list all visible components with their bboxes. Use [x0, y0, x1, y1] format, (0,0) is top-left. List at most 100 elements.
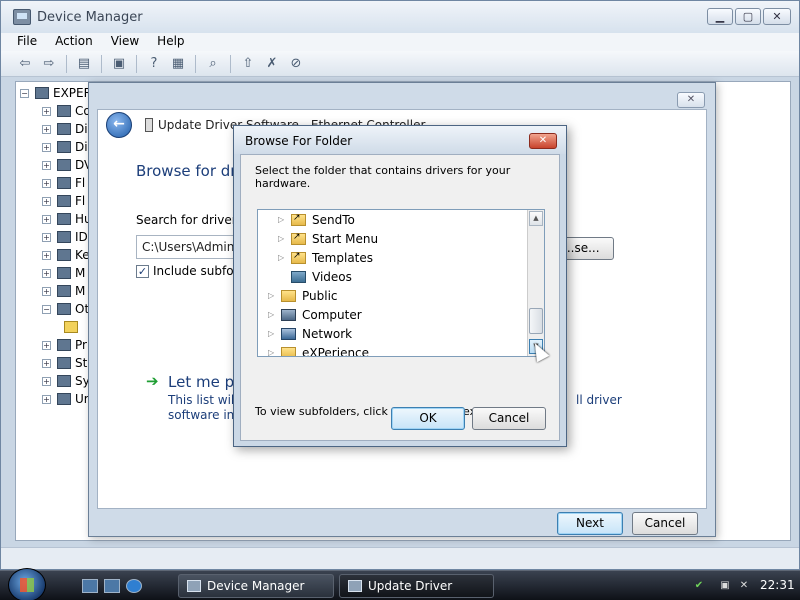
tree-item[interactable]: + Fl	[42, 192, 85, 210]
tree-item[interactable]: + St	[42, 354, 87, 372]
expand-triangle-icon[interactable]: ▷	[268, 291, 278, 300]
expand-icon[interactable]: +	[42, 142, 51, 152]
let-me-pick-link[interactable]: Let me pi	[168, 373, 238, 391]
expand-triangle-icon[interactable]: ▷	[268, 348, 278, 356]
uninstall-icon[interactable]: ✗	[262, 55, 282, 73]
folder-item-videos[interactable]: Videos	[278, 267, 352, 286]
browse-cancel-button[interactable]: Cancel	[472, 407, 546, 430]
folder-item-templates[interactable]: ▷ Templates	[278, 248, 373, 267]
tree-item[interactable]: + ID	[42, 228, 88, 246]
action-pane-icon[interactable]: ▦	[168, 55, 188, 73]
minimize-button[interactable]: ▁	[707, 8, 733, 25]
tree-item-label: ID	[75, 230, 88, 244]
warning-device-icon	[64, 321, 78, 333]
wizard-close-button[interactable]: ✕	[677, 92, 705, 108]
network-disconnected-tray-icon[interactable]: ▣	[718, 579, 732, 593]
tree-item[interactable]: + Hu	[42, 210, 92, 228]
browse-dialog-close-button[interactable]: ✕	[529, 133, 557, 149]
start-button[interactable]	[8, 568, 46, 600]
clock[interactable]: 22:31	[760, 578, 795, 592]
folder-item-computer[interactable]: ▷ Computer	[268, 305, 362, 324]
tree-item[interactable]: − Ot	[42, 300, 89, 318]
taskbar-device-manager[interactable]: Device Manager	[178, 574, 334, 598]
wizard-cancel-button[interactable]: Cancel	[632, 512, 698, 535]
expand-icon[interactable]: +	[42, 160, 51, 170]
folder-item-public[interactable]: ▷ Public	[268, 286, 338, 305]
update-driver-icon[interactable]: ⇧	[238, 55, 258, 73]
menu-help[interactable]: Help	[157, 33, 184, 51]
tree-item[interactable]: + Sy	[42, 372, 90, 390]
disable-device-icon[interactable]: ⊘	[286, 55, 306, 73]
scan-hardware-icon[interactable]: ⌕	[203, 55, 223, 73]
device-category-icon	[57, 285, 71, 297]
show-desktop-icon[interactable]	[82, 579, 98, 593]
scroll-thumb[interactable]	[529, 308, 543, 334]
security-tray-icon[interactable]: ✔	[692, 579, 706, 593]
expand-icon[interactable]: +	[42, 214, 51, 224]
folder-item-experience[interactable]: ▷ eXPerience	[268, 343, 369, 356]
tree-item[interactable]	[64, 318, 82, 336]
collapse-icon[interactable]: −	[42, 304, 51, 314]
tree-item[interactable]: + Ke	[42, 246, 90, 264]
menu-file[interactable]: File	[17, 33, 37, 51]
expand-icon[interactable]: +	[42, 340, 51, 350]
scroll-up-icon[interactable]: ▲	[529, 211, 543, 226]
tree-item[interactable]: + M	[42, 264, 85, 282]
browse-dialog-titlebar[interactable]: Browse For Folder ✕	[234, 126, 566, 154]
menu-bar: File Action View Help	[1, 33, 799, 51]
folder-item-network[interactable]: ▷ Network	[268, 324, 352, 343]
tree-item-label: Di	[75, 140, 88, 154]
properties-icon[interactable]: ▣	[109, 55, 129, 73]
maximize-button[interactable]: ▢	[735, 8, 761, 25]
expand-icon[interactable]: +	[42, 376, 51, 386]
tree-item[interactable]: + Di	[42, 138, 88, 156]
tree-item[interactable]: + DV	[42, 156, 92, 174]
next-button[interactable]: Next	[557, 512, 623, 535]
expand-icon[interactable]: +	[42, 358, 51, 368]
volume-muted-tray-icon[interactable]: ✕	[737, 579, 751, 593]
expand-icon[interactable]: +	[42, 286, 51, 296]
expand-icon[interactable]: +	[42, 178, 51, 188]
tree-item[interactable]: + Di	[42, 120, 88, 138]
expand-triangle-icon[interactable]: ▷	[268, 310, 278, 319]
checkbox-checked-icon[interactable]: ✓	[136, 264, 149, 278]
tree-item[interactable]: + Co	[42, 102, 91, 120]
expand-icon[interactable]: +	[42, 196, 51, 206]
taskbar-update-driver[interactable]: Update Driver Softw...	[339, 574, 494, 598]
folder-tree-scrollbar[interactable]: ▲ ▼	[527, 210, 544, 356]
browse-for-folder-dialog: Browse For Folder ✕ Select the folder th…	[233, 125, 567, 447]
menu-action[interactable]: Action	[55, 33, 93, 51]
folder-item-sendto[interactable]: ▷ SendTo	[278, 210, 355, 229]
forward-arrow-icon[interactable]: ⇨	[39, 55, 59, 73]
switch-windows-icon[interactable]	[104, 579, 120, 593]
expand-triangle-icon[interactable]: ▷	[278, 234, 288, 243]
ok-button[interactable]: OK	[391, 407, 465, 430]
expand-triangle-icon[interactable]: ▷	[268, 329, 278, 338]
tree-item[interactable]: + Pr	[42, 336, 87, 354]
device-category-icon	[57, 123, 71, 135]
expand-icon[interactable]: +	[42, 232, 51, 242]
tree-item[interactable]: + M	[42, 282, 85, 300]
back-arrow-icon[interactable]: ←	[106, 112, 132, 138]
expand-icon[interactable]: +	[42, 124, 51, 134]
expand-icon[interactable]: +	[42, 106, 51, 116]
expand-icon[interactable]: +	[42, 250, 51, 260]
expand-icon[interactable]: +	[42, 268, 51, 278]
help-icon[interactable]: ?	[144, 55, 164, 73]
expand-triangle-icon[interactable]: ▷	[278, 215, 288, 224]
include-subfolders-checkbox[interactable]: ✓ Include subfold	[136, 264, 245, 278]
tree-item[interactable]: + Ur	[42, 390, 89, 408]
expand-triangle-icon[interactable]: ▷	[278, 253, 288, 262]
folder-tree[interactable]: ▷ SendTo ▷ Start Menu ▷ Templates Videos ▷ P…	[257, 209, 545, 357]
back-arrow-icon[interactable]: ⇦	[15, 55, 35, 73]
folder-item-start-menu[interactable]: ▷ Start Menu	[278, 229, 378, 248]
internet-explorer-icon[interactable]	[126, 579, 142, 593]
expand-icon[interactable]: +	[42, 394, 51, 404]
show-hide-console-tree-icon[interactable]: ▤	[74, 55, 94, 73]
menu-view[interactable]: View	[111, 33, 139, 51]
device-manager-titlebar[interactable]: Device Manager ▁ ▢ ✕	[1, 1, 799, 33]
tree-root[interactable]: − EXPER	[20, 84, 92, 102]
tree-item[interactable]: + Fl	[42, 174, 85, 192]
collapse-icon[interactable]: −	[20, 88, 29, 98]
close-button[interactable]: ✕	[763, 8, 791, 25]
